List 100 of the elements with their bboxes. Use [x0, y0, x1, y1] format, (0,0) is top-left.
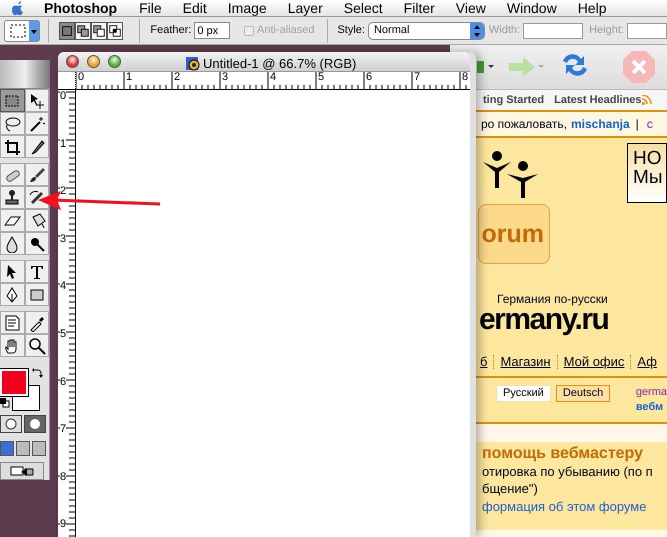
crop-tool-icon — [3, 138, 22, 156]
tool-button[interactable] — [0, 334, 24, 358]
menu-item[interactable]: Select — [344, 0, 383, 18]
tool-button[interactable] — [0, 135, 24, 158]
nav-link[interactable]: б — [480, 352, 488, 372]
partial-link[interactable]: вебм — [636, 400, 667, 415]
selection-intersect-icon — [108, 22, 122, 38]
zoom-tool-icon — [28, 336, 46, 355]
section-text: бщение") — [482, 480, 539, 497]
tool-button[interactable] — [24, 232, 49, 256]
partial-link[interactable]: germa — [636, 385, 667, 400]
selection-mode-button[interactable] — [91, 22, 108, 40]
tool-button[interactable] — [24, 260, 49, 284]
tool-button[interactable] — [0, 283, 24, 306]
rss-icon — [642, 95, 652, 105]
section-text: отировка по убыванию (по п — [482, 463, 654, 480]
tool-button[interactable] — [0, 186, 24, 210]
tool-button[interactable] — [24, 89, 49, 112]
tool-button[interactable] — [24, 112, 49, 136]
screen-mode-button[interactable] — [32, 441, 46, 456]
menu-item[interactable]: Image — [228, 0, 267, 18]
bookmark-link[interactable]: ting Started — [483, 92, 544, 108]
info-link[interactable]: формация об этом форуме — [482, 498, 667, 515]
circle-icon — [28, 418, 42, 430]
language-button[interactable]: Русский — [496, 385, 551, 402]
nav-link[interactable]: Аф — [637, 352, 657, 372]
screen-mode-button[interactable] — [16, 441, 30, 456]
menu-item[interactable]: View — [456, 0, 486, 18]
ruler-number: 2 — [174, 72, 180, 83]
stepper-caret-icon — [470, 22, 484, 38]
stamp-tool-icon — [3, 188, 22, 207]
tool-button[interactable] — [0, 163, 24, 186]
standard-mode-button[interactable] — [0, 415, 22, 433]
zoom-button[interactable] — [108, 55, 121, 68]
menu-item[interactable]: Filter — [404, 0, 435, 18]
background-color-swatch[interactable] — [12, 385, 40, 412]
ruler-number: 9 — [60, 519, 66, 530]
style-dropdown[interactable]: Normal — [368, 22, 485, 40]
height-input[interactable] — [626, 22, 667, 38]
language-button[interactable]: Deutsch — [556, 385, 610, 402]
tool-preset-button[interactable] — [4, 20, 40, 42]
tool-button[interactable] — [24, 311, 49, 334]
anti-aliased-label: Anti-aliased — [257, 23, 314, 38]
swap-colors-icon[interactable] — [31, 367, 43, 380]
menu-item[interactable]: Window — [506, 0, 557, 18]
username-link[interactable]: mischanja — [570, 115, 630, 133]
height-label: Height: — [589, 23, 624, 38]
bookmark-link[interactable]: Latest Headlines — [554, 92, 642, 108]
width-input[interactable] — [523, 22, 584, 38]
app-menu[interactable]: Photoshop — [44, 0, 118, 18]
ruler-number: 1 — [126, 72, 132, 83]
tool-button[interactable] — [24, 163, 49, 186]
close-button[interactable] — [66, 55, 79, 68]
menu-item[interactable]: File — [139, 0, 162, 18]
tool-button[interactable] — [0, 209, 24, 232]
tool-button[interactable] — [0, 112, 24, 136]
ruler-number: 8 — [60, 472, 66, 483]
people-logo-icon — [483, 148, 539, 198]
ruler-number: 5 — [60, 329, 66, 340]
history-tool-icon — [28, 188, 46, 207]
ruler-number: 4 — [270, 72, 276, 83]
nav-link[interactable]: Магазин — [500, 352, 551, 372]
nav-link[interactable]: Мой офис — [564, 352, 624, 372]
caret-icon — [29, 20, 40, 40]
tool-button[interactable] — [0, 232, 24, 256]
ruler-number: 6 — [60, 376, 66, 388]
tool-button[interactable] — [0, 89, 24, 112]
default-colors-icon[interactable] — [0, 398, 10, 408]
quick-mask-button[interactable] — [24, 415, 46, 433]
width-label: Width: — [488, 23, 520, 38]
window-title: Untitled-1 @ 66.7% (RGB) — [203, 55, 356, 72]
separator-text: | — [636, 116, 639, 133]
partial-link[interactable]: с — [646, 115, 653, 133]
selection-mode-button[interactable] — [59, 22, 76, 40]
selection-mode-button[interactable] — [75, 22, 92, 40]
ruler-number: 5 — [318, 72, 324, 83]
foreground-color-swatch[interactable] — [0, 369, 28, 396]
minimize-button[interactable] — [87, 55, 100, 68]
menu-item[interactable]: Layer — [288, 0, 323, 18]
ruler-number: 0 — [78, 72, 84, 83]
notes-tool-icon — [3, 314, 22, 332]
ruler-number: 3 — [222, 72, 228, 83]
tool-button[interactable] — [24, 283, 49, 306]
selection-mode-button[interactable] — [107, 22, 124, 40]
style-label: Style: — [337, 23, 365, 38]
menu-item[interactable]: Edit — [182, 0, 207, 18]
menu-item[interactable]: Help — [578, 0, 606, 18]
apple-menu-icon[interactable] — [10, 0, 24, 16]
tool-button[interactable] — [0, 311, 24, 334]
feather-input[interactable]: 0 px — [194, 22, 230, 39]
jump-to-button[interactable] — [0, 462, 44, 480]
tool-button[interactable] — [24, 135, 49, 158]
tool-button[interactable] — [0, 260, 24, 284]
banner-text: НО — [633, 149, 662, 168]
tool-button[interactable] — [24, 209, 49, 232]
welcome-text: ро пожаловать, — [481, 116, 567, 133]
tool-button[interactable] — [24, 334, 49, 358]
tagline: Германия по-русски — [497, 292, 609, 306]
toolbox-header-image — [0, 60, 50, 90]
feather-label: Feather: — [150, 23, 192, 38]
